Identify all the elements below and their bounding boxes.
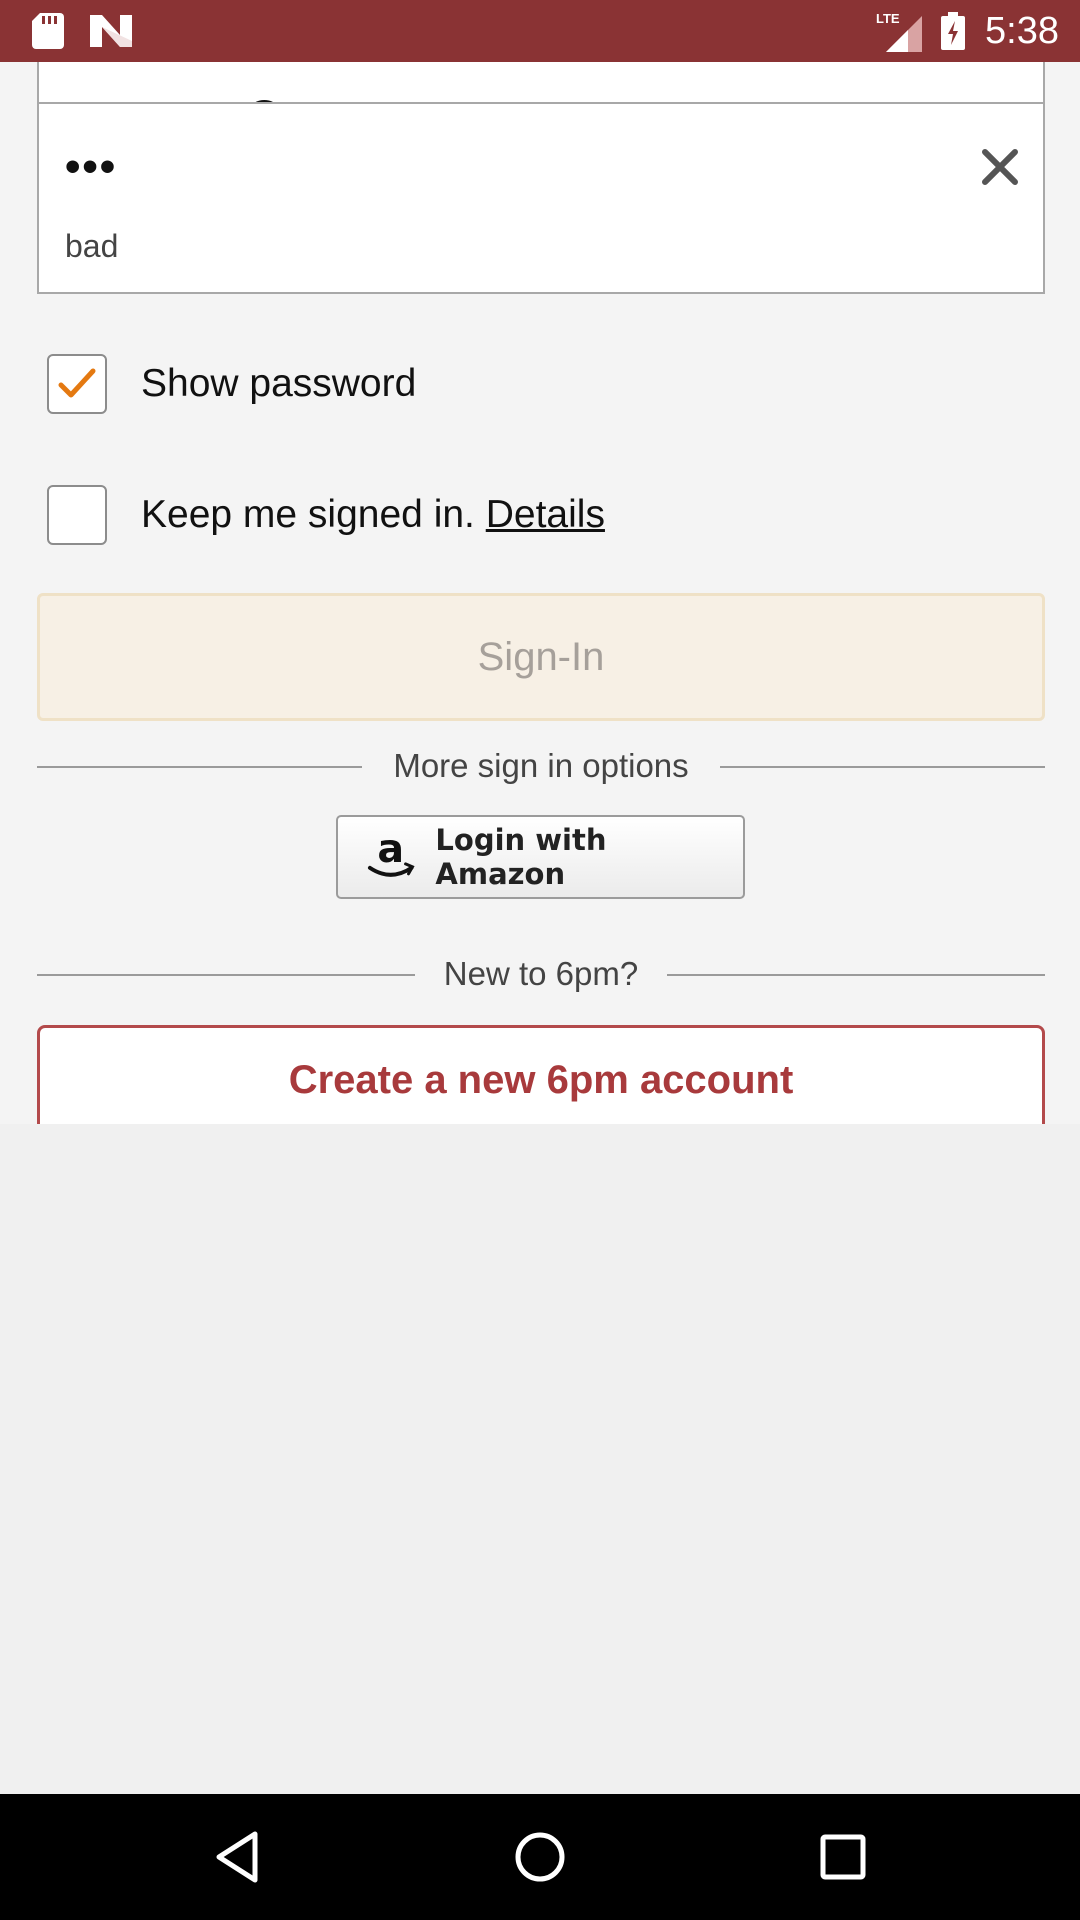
- details-link[interactable]: Details: [486, 493, 605, 536]
- status-clock: 5:38: [985, 10, 1059, 52]
- login-with-amazon-button[interactable]: a Login with Amazon: [336, 815, 745, 899]
- svg-text:LTE: LTE: [876, 11, 900, 26]
- show-password-checkbox[interactable]: [47, 354, 107, 414]
- home-icon[interactable]: [507, 1824, 573, 1890]
- close-icon[interactable]: [975, 142, 1025, 192]
- keep-signed-in-label: Keep me signed in. Details: [141, 493, 605, 537]
- password-value: •••: [65, 142, 118, 191]
- more-options-text: More sign in options: [393, 747, 689, 784]
- signin-page: p @g ••• bad Show password Keep me signe…: [0, 62, 1080, 1124]
- amazon-logo-icon: a: [367, 830, 415, 877]
- amazon-button-label: Login with Amazon: [435, 823, 607, 891]
- create-account-button[interactable]: Create a new 6pm account: [37, 1025, 1045, 1124]
- signin-button[interactable]: Sign-In: [37, 593, 1045, 721]
- recents-icon[interactable]: [810, 1824, 876, 1890]
- lte-signal-icon: LTE: [876, 10, 922, 57]
- svg-text:a: a: [377, 830, 404, 872]
- battery-charging-icon: [941, 12, 965, 55]
- new-customer-divider: New to 6pm?: [37, 952, 1045, 996]
- status-bar: LTE 5:38: [0, 0, 1080, 62]
- navigation-bar: [0, 1794, 1080, 1920]
- keep-signed-in-checkbox[interactable]: [47, 485, 107, 545]
- more-options-divider: More sign in options: [37, 744, 1045, 788]
- sd-card-icon: [32, 13, 64, 54]
- password-input[interactable]: ••• bad: [37, 102, 1045, 294]
- show-password-row[interactable]: Show password: [47, 354, 416, 414]
- back-icon[interactable]: [204, 1824, 270, 1890]
- keep-signed-in-row[interactable]: Keep me signed in. Details: [47, 485, 605, 545]
- password-strength-hint: bad: [65, 228, 119, 264]
- show-password-label: Show password: [141, 362, 417, 405]
- n-notification-icon: [90, 15, 132, 52]
- keep-signed-in-text: Keep me signed in.: [141, 493, 475, 536]
- new-customer-text: New to 6pm?: [443, 955, 639, 992]
- blank-area: [0, 1124, 1080, 1794]
- checkmark-icon: [58, 368, 96, 398]
